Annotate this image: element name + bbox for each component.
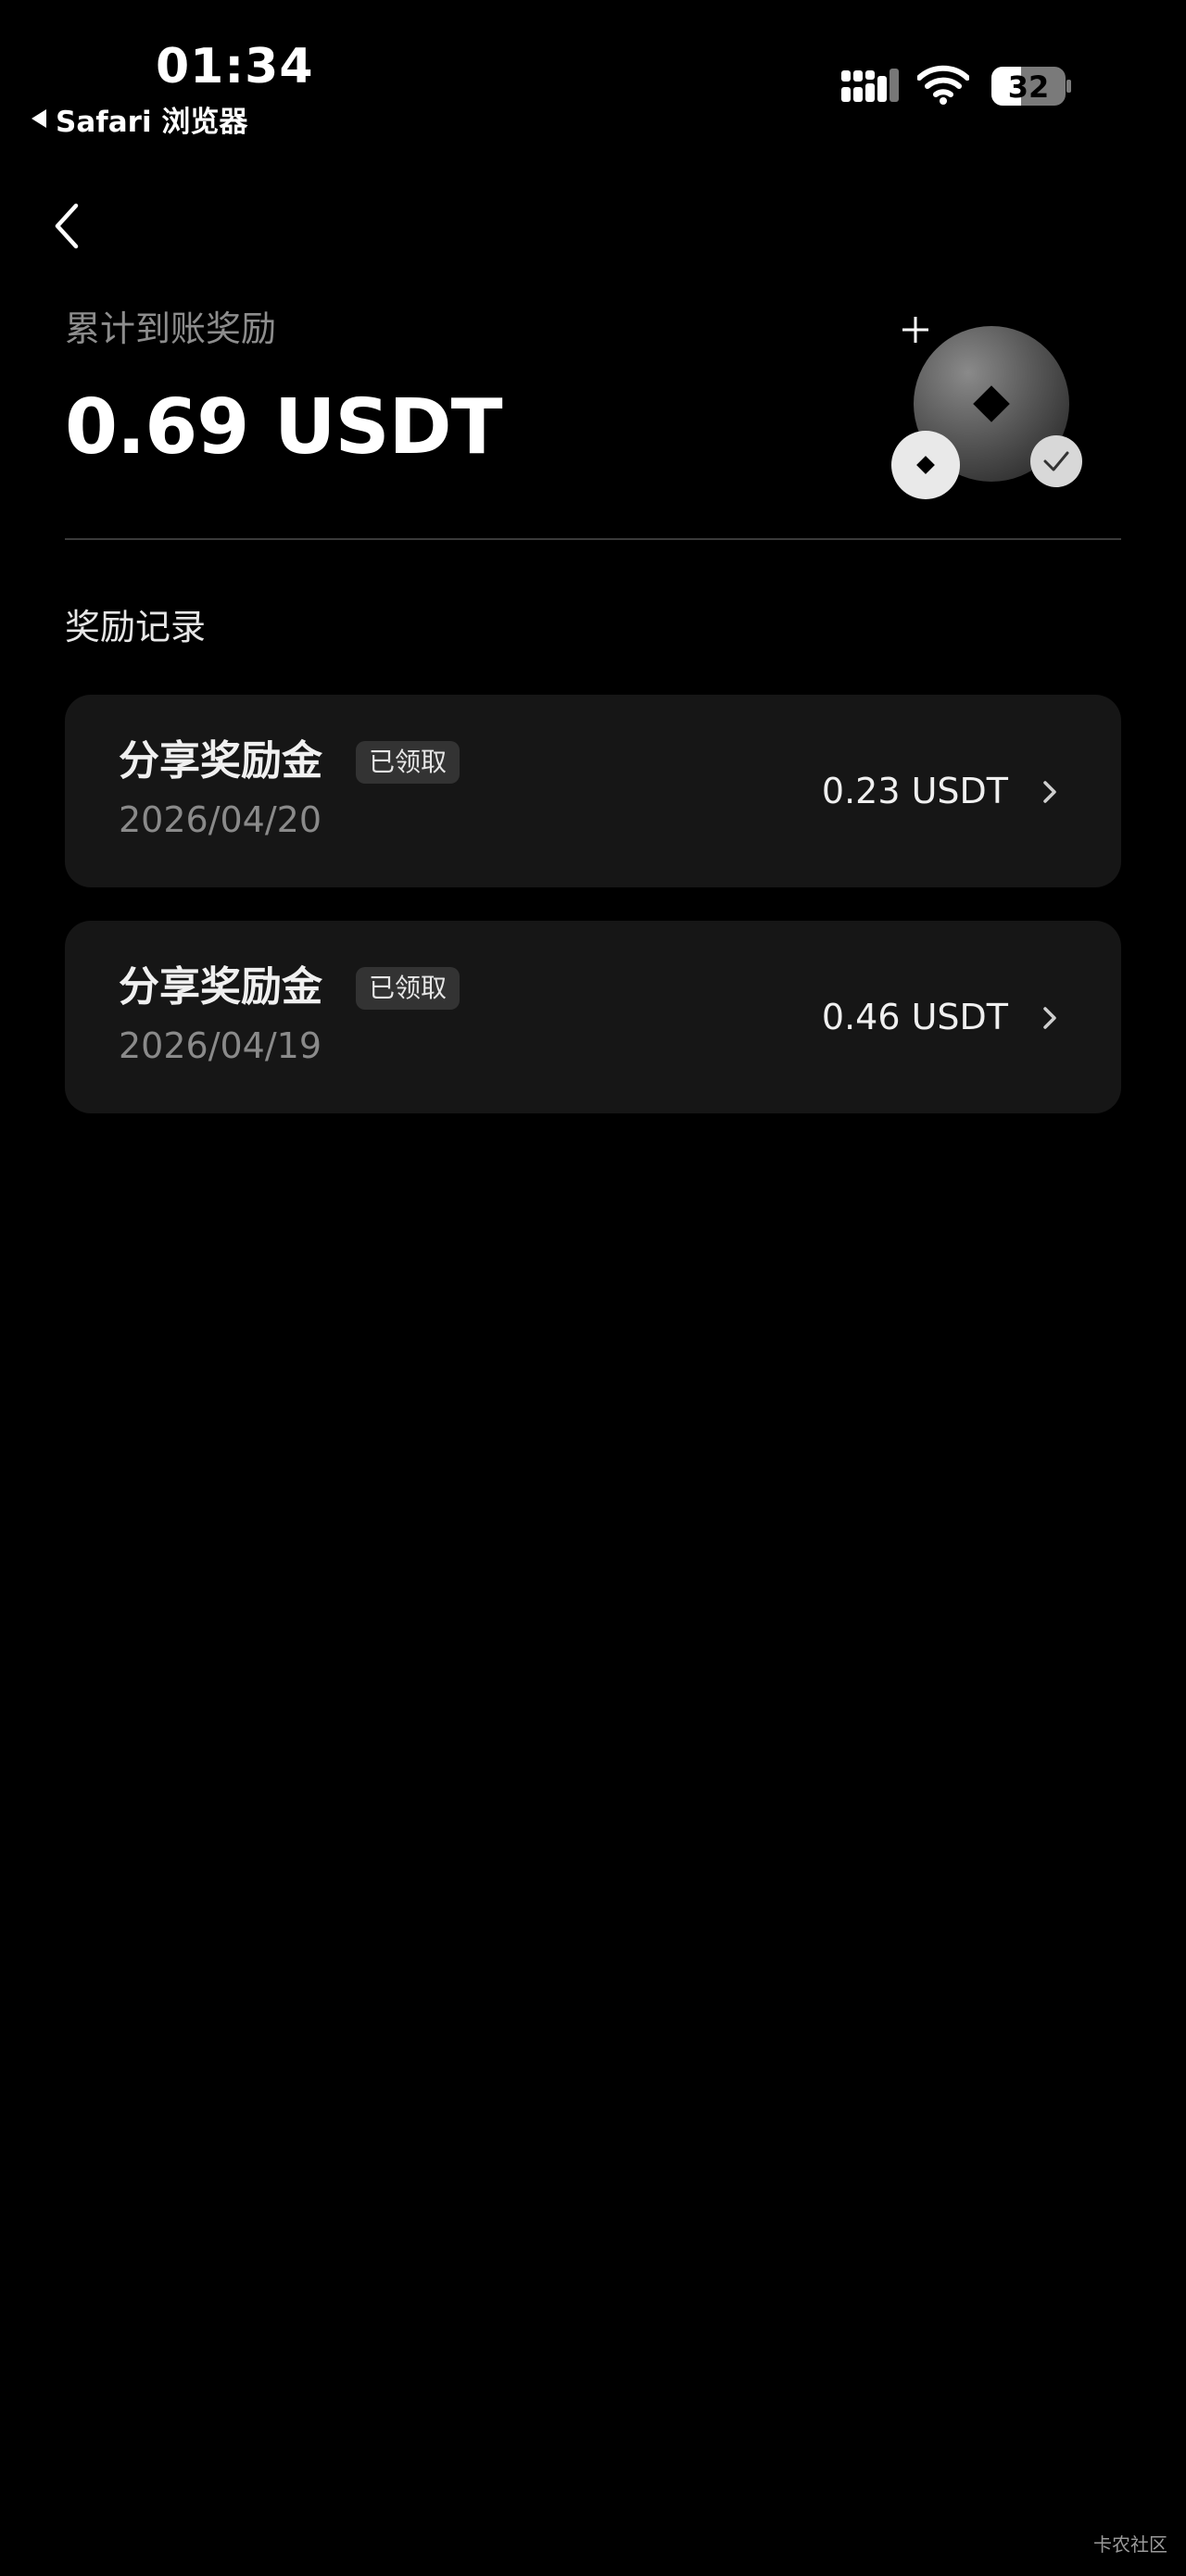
total-reward-amount: 0.69 USDT [65,383,503,471]
records-title: 奖励记录 [65,607,207,647]
record-date: 2026/04/20 [119,799,322,840]
chevron-right-icon [1043,781,1056,803]
total-reward-label: 累计到账奖励 [65,308,277,349]
watermark: 卡农社区 [1093,2533,1167,2556]
chevron-right-icon [1043,1007,1056,1029]
record-item[interactable]: 分享奖励金 已领取 2026/04/19 0.46 USDT [65,921,1121,1113]
record-title: 分享奖励金 [119,963,322,1011]
wifi-icon [917,65,969,105]
back-triangle-icon [32,109,46,128]
status-badge: 已领取 [356,741,461,784]
cellular-signal-icon [841,69,899,102]
battery-icon: 32 [991,67,1071,106]
back-app-label: Safari 浏览器 [56,105,248,139]
coins-illustration-icon [891,317,1082,499]
status-time: 01:34 [156,39,314,94]
back-to-app-link[interactable]: Safari 浏览器 [32,98,247,139]
battery-level: 32 [1008,69,1050,105]
record-title: 分享奖励金 [119,737,322,785]
record-amount: 0.23 USDT [821,771,1008,811]
header-divider [65,538,1121,540]
record-amount: 0.46 USDT [821,997,1008,1037]
status-badge: 已领取 [356,967,461,1010]
record-date: 2026/04/19 [119,1025,322,1066]
chevron-left-icon[interactable] [48,198,85,254]
record-item[interactable]: 分享奖励金 已领取 2026/04/20 0.23 USDT [65,695,1121,887]
